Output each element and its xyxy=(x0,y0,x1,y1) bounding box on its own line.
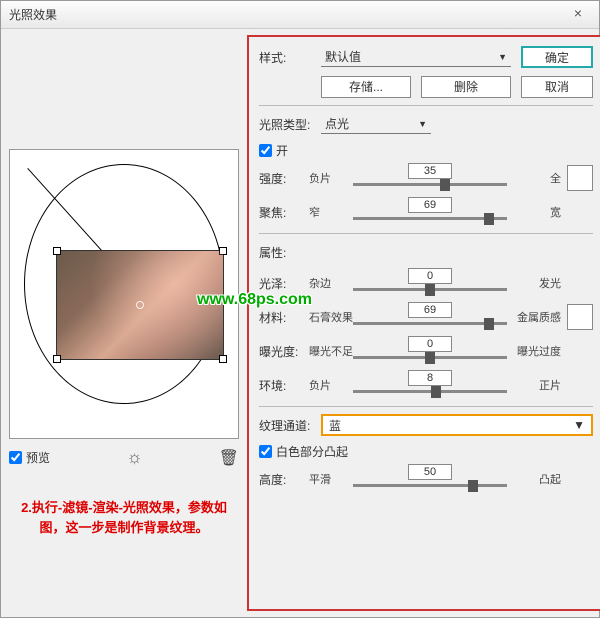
exposure-right: 曝光过度 xyxy=(507,343,561,359)
left-panel: 预览 ☼ 🗑 2.执行-滤镜-渲染-光照效果，参数如图，这一步是制作背景纹理。 xyxy=(1,29,247,617)
settings-panel: 样式: 默认值 ▼ 确定 存储... 删除 取消 光照类型: 点光 ▼ xyxy=(247,35,600,611)
height-right: 凸起 xyxy=(507,471,561,487)
style-value: 默认值 xyxy=(325,48,361,65)
preview-checkbox-input[interactable] xyxy=(9,451,22,464)
focus-row: 聚焦: 窄 69 宽 xyxy=(259,199,593,225)
light-type-label: 光照类型: xyxy=(259,116,321,133)
exposure-row: 曝光度: 曝光不足 0 曝光过度 xyxy=(259,338,593,364)
focus-value[interactable]: 69 xyxy=(408,197,452,213)
cancel-button[interactable]: 取消 xyxy=(521,76,593,98)
white-high-checkbox-input[interactable] xyxy=(259,445,272,458)
height-value[interactable]: 50 xyxy=(408,464,452,480)
gloss-value[interactable]: 0 xyxy=(408,268,452,284)
crop-handle[interactable] xyxy=(219,355,227,363)
lightbulb-icon[interactable]: ☼ xyxy=(126,447,143,468)
intensity-left: 负片 xyxy=(309,170,353,186)
crop-handle[interactable] xyxy=(53,355,61,363)
material-left: 石膏效果 xyxy=(309,309,353,325)
focus-left: 窄 xyxy=(309,204,353,220)
ambient-slider[interactable]: 8 xyxy=(353,372,507,398)
style-label: 样式: xyxy=(259,49,321,66)
texture-channel-value: 蓝 xyxy=(329,417,341,434)
delete-button[interactable]: 删除 xyxy=(421,76,511,98)
height-row: 高度: 平滑 50 凸起 xyxy=(259,466,593,492)
save-button[interactable]: 存储... xyxy=(321,76,411,98)
ambient-value[interactable]: 8 xyxy=(408,370,452,386)
intensity-slider[interactable]: 35 xyxy=(353,165,507,191)
preview-checkbox-label: 预览 xyxy=(26,449,50,466)
slider-thumb[interactable] xyxy=(440,179,450,191)
slider-thumb[interactable] xyxy=(425,352,435,364)
ambient-label: 环境: xyxy=(259,377,309,394)
preview-image xyxy=(56,250,224,360)
dialog-title: 光照效果 xyxy=(9,6,57,23)
on-checkbox-input[interactable] xyxy=(259,144,272,157)
light-color-swatch[interactable] xyxy=(567,165,593,191)
gloss-slider[interactable]: 0 xyxy=(353,270,507,296)
slider-thumb[interactable] xyxy=(431,386,441,398)
light-type-value: 点光 xyxy=(325,115,349,132)
props-label: 属性: xyxy=(259,244,321,261)
trash-icon[interactable]: 🗑 xyxy=(219,448,239,468)
crop-handle[interactable] xyxy=(53,247,61,255)
preview-checkbox[interactable]: 预览 xyxy=(9,449,50,466)
focus-slider[interactable]: 69 xyxy=(353,199,507,225)
slider-thumb[interactable] xyxy=(468,480,478,492)
exposure-value[interactable]: 0 xyxy=(408,336,452,352)
chevron-down-icon: ▼ xyxy=(418,119,427,129)
focus-label: 聚焦: xyxy=(259,204,309,221)
gloss-row: 光泽: 杂边 0 发光 xyxy=(259,270,593,296)
focus-right: 宽 xyxy=(507,204,561,220)
intensity-row: 强度: 负片 35 全 xyxy=(259,165,593,191)
chevron-down-icon: ▼ xyxy=(498,52,507,62)
intensity-right: 全 xyxy=(507,170,561,186)
exposure-slider[interactable]: 0 xyxy=(353,338,507,364)
lighting-effects-dialog: 光照效果 × 预览 ☼ 🗑 xyxy=(0,0,600,618)
instruction-note: 2.执行-滤镜-渲染-光照效果，参数如图，这一步是制作背景纹理。 xyxy=(9,498,239,537)
white-high-checkbox[interactable]: 白色部分凸起 xyxy=(259,443,593,460)
ambient-right: 正片 xyxy=(507,377,561,393)
slider-thumb[interactable] xyxy=(425,284,435,296)
height-left: 平滑 xyxy=(309,471,353,487)
close-icon[interactable]: × xyxy=(563,5,593,23)
material-value[interactable]: 69 xyxy=(408,302,452,318)
slider-thumb[interactable] xyxy=(484,318,494,330)
ok-button[interactable]: 确定 xyxy=(521,46,593,68)
gloss-left: 杂边 xyxy=(309,275,353,291)
white-high-label: 白色部分凸起 xyxy=(276,443,348,460)
titlebar[interactable]: 光照效果 × xyxy=(1,1,599,29)
light-type-dropdown[interactable]: 点光 ▼ xyxy=(321,114,431,134)
exposure-label: 曝光度: xyxy=(259,343,309,360)
height-label: 高度: xyxy=(259,471,309,488)
ambient-row: 环境: 负片 8 正片 xyxy=(259,372,593,398)
material-slider[interactable]: 69 xyxy=(353,304,507,330)
ambient-left: 负片 xyxy=(309,377,353,393)
intensity-label: 强度: xyxy=(259,170,309,187)
material-right: 金属质感 xyxy=(507,309,561,325)
ambient-color-swatch[interactable] xyxy=(567,304,593,330)
chevron-down-icon: ▼ xyxy=(573,418,585,432)
texture-channel-dropdown[interactable]: 蓝 ▼ xyxy=(321,414,593,436)
material-row: 材料: 石膏效果 69 金属质感 xyxy=(259,304,593,330)
material-label: 材料: xyxy=(259,309,309,326)
intensity-value[interactable]: 35 xyxy=(408,163,452,179)
on-checkbox[interactable]: 开 xyxy=(259,142,593,159)
on-label: 开 xyxy=(276,142,288,159)
slider-thumb[interactable] xyxy=(484,213,494,225)
texture-channel-label: 纹理通道: xyxy=(259,417,321,434)
gloss-label: 光泽: xyxy=(259,275,309,292)
gloss-right: 发光 xyxy=(507,275,561,291)
height-slider[interactable]: 50 xyxy=(353,466,507,492)
style-dropdown[interactable]: 默认值 ▼ xyxy=(321,47,511,67)
exposure-left: 曝光不足 xyxy=(309,343,353,359)
preview-canvas[interactable] xyxy=(9,149,239,439)
crop-handle[interactable] xyxy=(219,247,227,255)
light-center-handle[interactable] xyxy=(136,301,144,309)
